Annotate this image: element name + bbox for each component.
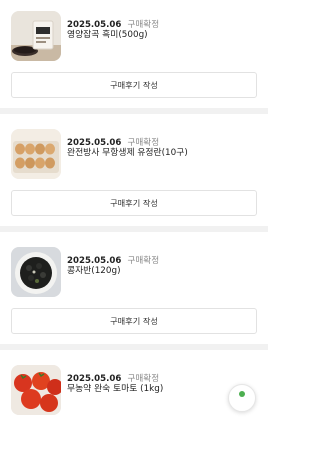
order-card: 2025.05.06 구매확정 완전방사 무항생제 유정란(10구) 구매후기 … bbox=[0, 118, 268, 218]
tomato-photo-icon[interactable] bbox=[11, 365, 61, 415]
rice-bag-photo-icon[interactable] bbox=[11, 11, 61, 61]
order-card: 2025.05.06 구매확정 영양잡곡 흑미(500g) 구매후기 작성 bbox=[0, 0, 268, 100]
order-card: 2025.05.06 구매확정 콩자반(120g) 구매후기 작성 bbox=[0, 236, 268, 336]
egg-tray-photo-icon[interactable] bbox=[11, 129, 61, 179]
write-review-button[interactable]: 구매후기 작성 bbox=[11, 308, 257, 334]
product-name[interactable]: 무농약 완숙 토마토 (1kg) bbox=[67, 381, 163, 394]
order-status: 구매확정 bbox=[127, 256, 160, 266]
product-name[interactable]: 콩자반(120g) bbox=[67, 263, 121, 276]
divider bbox=[0, 108, 268, 114]
write-review-button[interactable]: 구매후기 작성 bbox=[11, 190, 257, 216]
black-beans-photo-icon[interactable] bbox=[11, 247, 61, 297]
chat-fab-button[interactable] bbox=[228, 384, 256, 412]
divider bbox=[0, 226, 268, 232]
product-name[interactable]: 영양잡곡 흑미(500g) bbox=[67, 27, 148, 40]
chat-icon bbox=[239, 391, 245, 397]
write-review-button[interactable]: 구매후기 작성 bbox=[11, 72, 257, 98]
divider bbox=[0, 344, 268, 350]
order-card: 2025.05.06 구매확정 무농약 완숙 토마토 (1kg) bbox=[0, 354, 268, 454]
product-name[interactable]: 완전방사 무항생제 유정란(10구) bbox=[67, 145, 188, 158]
